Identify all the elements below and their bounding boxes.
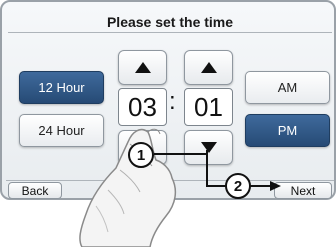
arrow-down-icon: [200, 142, 217, 153]
dialog-title: Please set the time: [106, 14, 234, 30]
title-divider: [8, 32, 332, 33]
hour-display: 03: [118, 88, 167, 126]
time-settings-panel: Please set the time 12 Hour 24 Hour 03 :…: [0, 0, 336, 200]
callout-2-badge: 2: [225, 173, 251, 199]
minute-display: 01: [184, 88, 233, 126]
back-button[interactable]: Back: [8, 182, 62, 199]
arrow-up-icon: [134, 62, 151, 73]
arrow-up-icon: [200, 62, 217, 73]
minute-down-button[interactable]: [184, 130, 233, 165]
hour-up-button[interactable]: [118, 50, 167, 85]
twelve-hour-button[interactable]: 12 Hour: [19, 71, 104, 104]
pm-button[interactable]: PM: [245, 114, 330, 147]
minute-up-button[interactable]: [184, 50, 233, 85]
time-separator: :: [169, 88, 176, 115]
am-button[interactable]: AM: [245, 71, 330, 104]
callout-1-badge: 1: [128, 142, 154, 168]
twenty-four-hour-button[interactable]: 24 Hour: [19, 114, 104, 147]
next-button[interactable]: Next: [274, 182, 332, 199]
